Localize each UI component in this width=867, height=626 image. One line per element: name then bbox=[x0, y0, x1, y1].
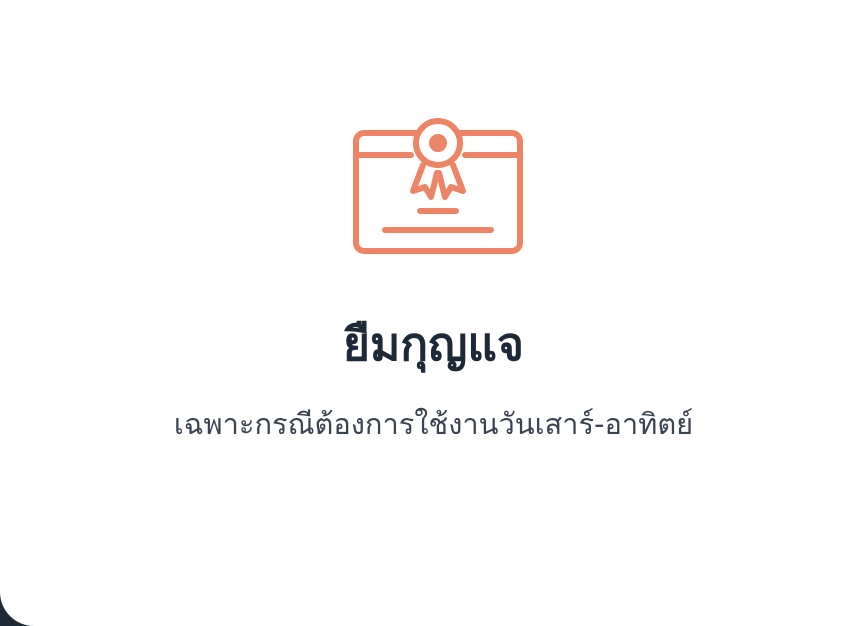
card-subtitle: เฉพาะกรณีต้องการใช้งานวันเสาร์-อาทิตย์ bbox=[173, 407, 694, 441]
card-title: ยืมกุญแจ bbox=[343, 317, 524, 371]
certificate-icon bbox=[351, 117, 525, 257]
service-card[interactable]: ยืมกุญแจ เฉพาะกรณีต้องการใช้งานวันเสาร์-… bbox=[0, 0, 867, 626]
